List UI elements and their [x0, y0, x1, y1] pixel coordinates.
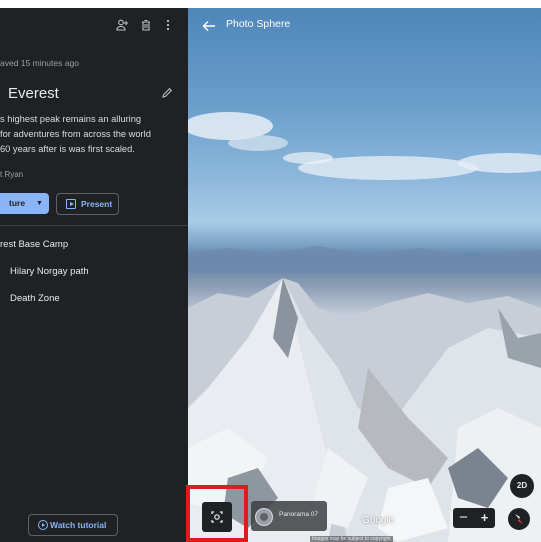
zoom-in-button[interactable]: + — [474, 508, 495, 528]
view-title: Photo Sphere — [226, 18, 291, 30]
present-icon — [66, 199, 76, 209]
add-feature-button[interactable]: ture ▼ — [0, 193, 49, 214]
zoom-out-button[interactable]: − — [453, 508, 474, 528]
compass-button[interactable] — [508, 508, 530, 530]
watch-tutorial-button[interactable]: Watch tutorial — [28, 514, 118, 536]
slide-item-death-zone[interactable]: Death Zone — [10, 293, 60, 304]
present-button[interactable]: Present — [56, 193, 119, 215]
present-button-label: Present — [81, 199, 113, 209]
trash-icon[interactable] — [139, 18, 153, 32]
app-window: aved 15 minutes ago Everest s highest pe… — [0, 8, 541, 542]
zoom-controls: − + — [453, 508, 495, 528]
photo-sphere-view[interactable]: Photo Sphere Panorama 07 Google 2D − + I… — [188, 8, 541, 542]
copyright-attribution: Images may be subject to copyright — [310, 536, 393, 542]
more-vert-icon[interactable] — [161, 18, 175, 32]
slide-item-hilary-norgay-path[interactable]: Hilary Norgay path — [10, 266, 89, 277]
compass-icon — [515, 514, 523, 524]
project-description: s highest peak remains an alluring for a… — [0, 112, 180, 157]
description-line: 60 years after is was first scaled. — [0, 144, 135, 154]
description-line: s highest peak remains an alluring — [0, 114, 142, 124]
google-logo: Google — [362, 515, 395, 526]
caret-down-icon: ▼ — [36, 200, 43, 207]
mountain-panorama-image — [188, 112, 541, 542]
play-circle-icon — [38, 520, 48, 530]
panorama-chip[interactable]: Panorama 07 — [251, 501, 327, 531]
watch-tutorial-label: Watch tutorial — [50, 520, 107, 530]
panel-divider — [0, 225, 188, 226]
feature-button-label: ture — [9, 198, 26, 208]
arrow-back-icon[interactable] — [202, 19, 216, 31]
pencil-icon[interactable] — [160, 86, 174, 100]
project-panel: aved 15 minutes ago Everest s highest pe… — [0, 8, 188, 542]
project-title[interactable]: Everest — [8, 85, 59, 102]
author-name: t Ryan — [0, 170, 24, 179]
toggle-2d-button[interactable]: 2D — [510, 474, 534, 498]
slide-item-base-camp[interactable]: rest Base Camp — [0, 239, 68, 250]
description-line: for adventures from across the world — [0, 129, 151, 139]
add-person-icon[interactable] — [116, 18, 130, 32]
panorama-avatar — [255, 508, 273, 526]
saved-status: aved 15 minutes ago — [0, 58, 79, 68]
panorama-label: Panorama 07 — [279, 511, 319, 518]
highlight-box — [186, 485, 248, 542]
